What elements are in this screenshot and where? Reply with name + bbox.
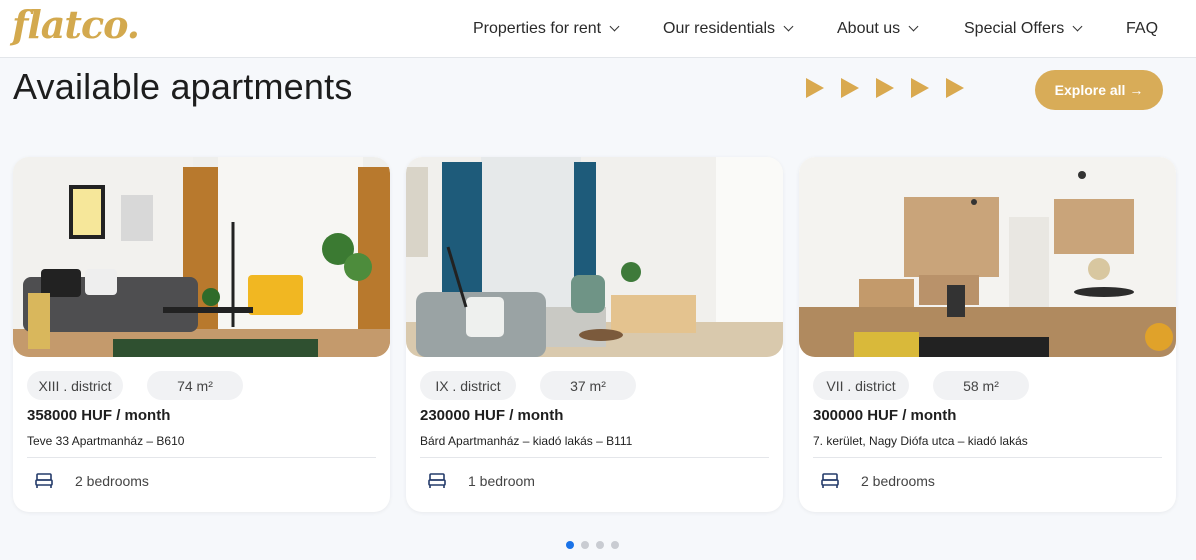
nav-item-properties-for-rent[interactable]: Properties for rent <box>473 0 620 58</box>
area-badge: 58 m² <box>933 371 1029 400</box>
district-badge: VII . district <box>813 371 909 400</box>
bed-icon <box>821 473 839 488</box>
play-arrow-icon <box>911 78 929 98</box>
carousel-dot-1[interactable] <box>566 541 574 549</box>
top-navbar: flatco. Properties for rent Our resident… <box>0 0 1196 58</box>
bedrooms-count: 2 bedrooms <box>861 473 935 489</box>
apartment-photo[interactable] <box>799 157 1176 357</box>
bed-icon <box>35 473 53 488</box>
listing-card[interactable]: VII . district 58 m² 300000 HUF / month … <box>799 157 1176 512</box>
divider <box>813 457 1162 458</box>
divider <box>27 457 376 458</box>
listing-price: 358000 HUF / month <box>27 407 171 424</box>
chevron-down-icon <box>908 21 919 31</box>
chevron-down-icon <box>783 21 794 31</box>
listing-price: 230000 HUF / month <box>420 407 564 424</box>
bedrooms-count: 1 bedroom <box>468 473 535 489</box>
nav-item-special-offers[interactable]: Special Offers <box>964 0 1083 58</box>
divider <box>420 457 769 458</box>
nav-item-label: Special Offers <box>964 20 1065 37</box>
listing-card[interactable]: IX . district 37 m² 230000 HUF / month B… <box>406 157 783 512</box>
nav-item-label: FAQ <box>1126 20 1159 37</box>
chevron-down-icon <box>609 21 620 31</box>
listing-card[interactable]: XIII . district 74 m² 358000 HUF / month… <box>13 157 390 512</box>
listing-address: Teve 33 Apartmanház – B610 <box>27 434 185 448</box>
explore-all-button[interactable]: Explore all → <box>1035 70 1163 110</box>
area-badge: 74 m² <box>147 371 243 400</box>
apartment-photo[interactable] <box>13 157 390 357</box>
apartment-photo[interactable] <box>406 157 783 357</box>
nav-item-our-residentials[interactable]: Our residentials <box>663 0 794 58</box>
listing-address: 7. kerület, Nagy Diófa utca – kiadó laká… <box>813 434 1028 448</box>
bed-icon <box>428 473 446 488</box>
nav-item-label: About us <box>837 20 901 37</box>
nav-item-label: Our residentials <box>663 20 776 37</box>
nav-item-label: Properties for rent <box>473 20 602 37</box>
section-title: Available apartments <box>13 66 353 107</box>
chevron-down-icon <box>1072 21 1083 31</box>
play-arrow-icon <box>946 78 964 98</box>
listing-price: 300000 HUF / month <box>813 407 957 424</box>
area-badge: 37 m² <box>540 371 636 400</box>
carousel-dot-4[interactable] <box>611 541 619 549</box>
decorative-arrows <box>806 78 964 98</box>
nav-item-about-us[interactable]: About us <box>837 0 919 58</box>
district-badge: IX . district <box>420 371 516 400</box>
play-arrow-icon <box>876 78 894 98</box>
play-arrow-icon <box>841 78 859 98</box>
district-badge: XIII . district <box>27 371 123 400</box>
carousel-pagination <box>566 541 619 549</box>
brand-logo[interactable]: flatco. <box>12 2 140 47</box>
carousel-dot-2[interactable] <box>581 541 589 549</box>
nav-item-faq[interactable]: FAQ <box>1126 0 1158 58</box>
play-arrow-icon <box>806 78 824 98</box>
carousel-dot-3[interactable] <box>596 541 604 549</box>
listing-address: Bárd Apartmanház – kiadó lakás – B111 <box>420 434 633 448</box>
bedrooms-count: 2 bedrooms <box>75 473 149 489</box>
